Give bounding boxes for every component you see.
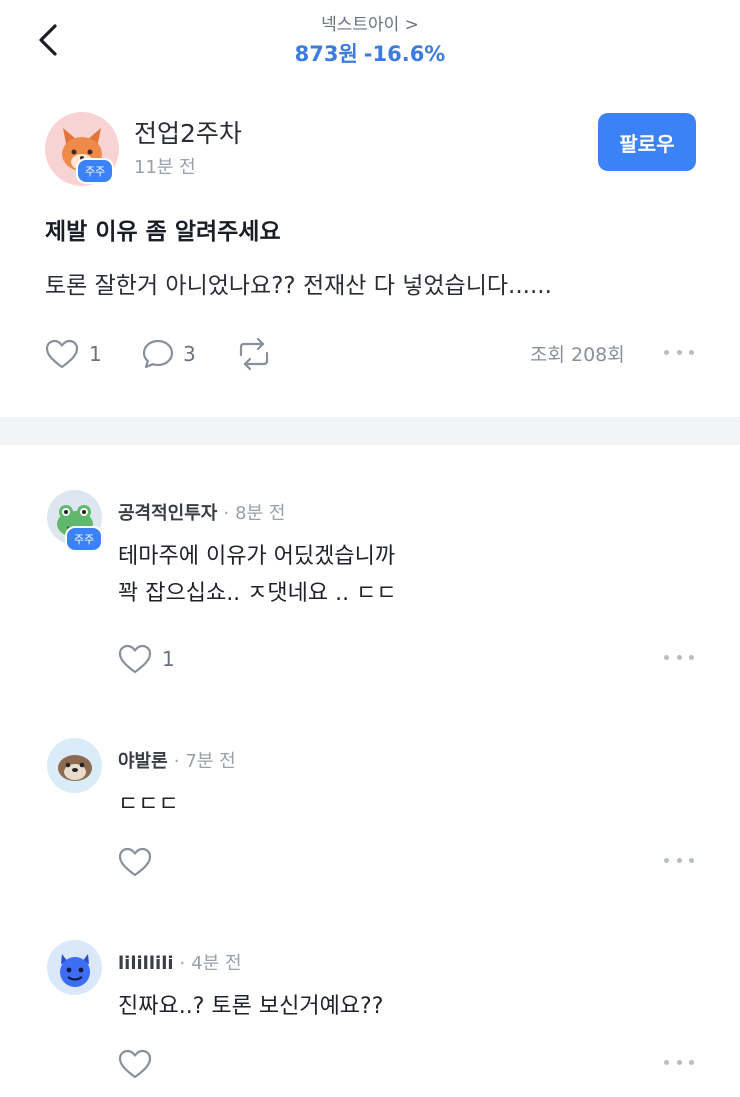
like-button[interactable]: 1 <box>45 336 102 372</box>
comment-count: 3 <box>183 342 196 366</box>
comment-like-button[interactable] <box>118 844 152 880</box>
heart-icon <box>118 847 152 877</box>
like-count: 1 <box>162 647 175 671</box>
comment-author[interactable]: 야발론 <box>118 751 168 772</box>
heart-icon <box>118 1049 152 1079</box>
repost-button[interactable] <box>233 336 275 372</box>
comment-line: 테마주에 이유가 어딨겠습니까 <box>118 544 396 569</box>
author-name[interactable]: 전업2주차 <box>134 114 242 150</box>
follow-button[interactable]: 팔로우 <box>598 113 696 171</box>
devil-avatar-icon <box>59 953 90 987</box>
comment-text: 테마주에 이유가 어딨겠습니까 꽉 잡으십쇼.. ㅈ댓네요 .. ㄷㄷ <box>118 538 397 612</box>
top-bar: 넥스트아이 > 873원 -16.6% <box>0 0 740 80</box>
separator-dot: · <box>173 751 180 772</box>
shareholder-badge: 주주 <box>65 526 104 552</box>
stock-price: 873원 -16.6% <box>0 38 740 68</box>
comment-button[interactable]: 3 <box>141 336 196 372</box>
repost-icon <box>239 337 269 371</box>
post-title: 제발 이유 좀 알려주세요 <box>45 219 281 245</box>
comment-header: 야발론 · 7분 전 <box>118 747 236 773</box>
post-actions: 1 3 조회 208회 <box>45 336 695 372</box>
price-change: -16.6% <box>363 42 446 66</box>
more-options-icon[interactable] <box>664 655 694 663</box>
stock-name-link[interactable]: 넥스트아이 > <box>0 10 740 35</box>
separator-dot: · <box>179 953 186 974</box>
post-time: 11분 전 <box>134 157 196 178</box>
comment-text: ㄷㄷㄷ <box>118 786 179 823</box>
shareholder-badge: 주주 <box>76 158 115 184</box>
comment-like-button[interactable] <box>118 1046 152 1082</box>
comment-line: 꽉 잡으십쇼.. ㅈ댓네요 .. ㄷㄷ <box>118 581 397 606</box>
comment-author[interactable]: 공격적인투자 <box>118 503 217 524</box>
section-divider <box>0 417 740 445</box>
price-value: 873원 <box>294 42 358 66</box>
view-count: 조회 208회 <box>530 344 625 366</box>
comment-time: 7분 전 <box>185 751 236 772</box>
otter-avatar-icon <box>57 754 92 781</box>
more-options-icon[interactable] <box>664 858 694 866</box>
post-body: 토론 잘한거 아니었나요?? 전재산 다 넣었습니다...... <box>45 273 552 299</box>
heart-icon <box>118 644 152 674</box>
comment-line: 진짜요..? 토론 보신거예요?? <box>118 994 384 1019</box>
comment-time: 4분 전 <box>191 953 242 974</box>
comment-text: 진짜요..? 토론 보신거예요?? <box>118 988 383 1025</box>
like-count: 1 <box>89 342 102 366</box>
avatar[interactable] <box>47 940 102 995</box>
speech-bubble-icon <box>142 339 174 369</box>
more-options-icon[interactable] <box>664 1060 694 1068</box>
comment-header: lilillili · 4분 전 <box>118 949 242 975</box>
more-options-icon[interactable] <box>664 350 694 358</box>
comment-like-button[interactable]: 1 <box>118 641 175 677</box>
comment-header: 공격적인투자 · 8분 전 <box>118 499 285 525</box>
avatar[interactable] <box>47 738 102 793</box>
comment-author[interactable]: lilillili <box>118 953 174 974</box>
heart-icon <box>45 339 79 369</box>
separator-dot: · <box>223 503 230 524</box>
comment-time: 8분 전 <box>235 503 286 524</box>
comment-line: ㄷㄷㄷ <box>118 792 179 817</box>
